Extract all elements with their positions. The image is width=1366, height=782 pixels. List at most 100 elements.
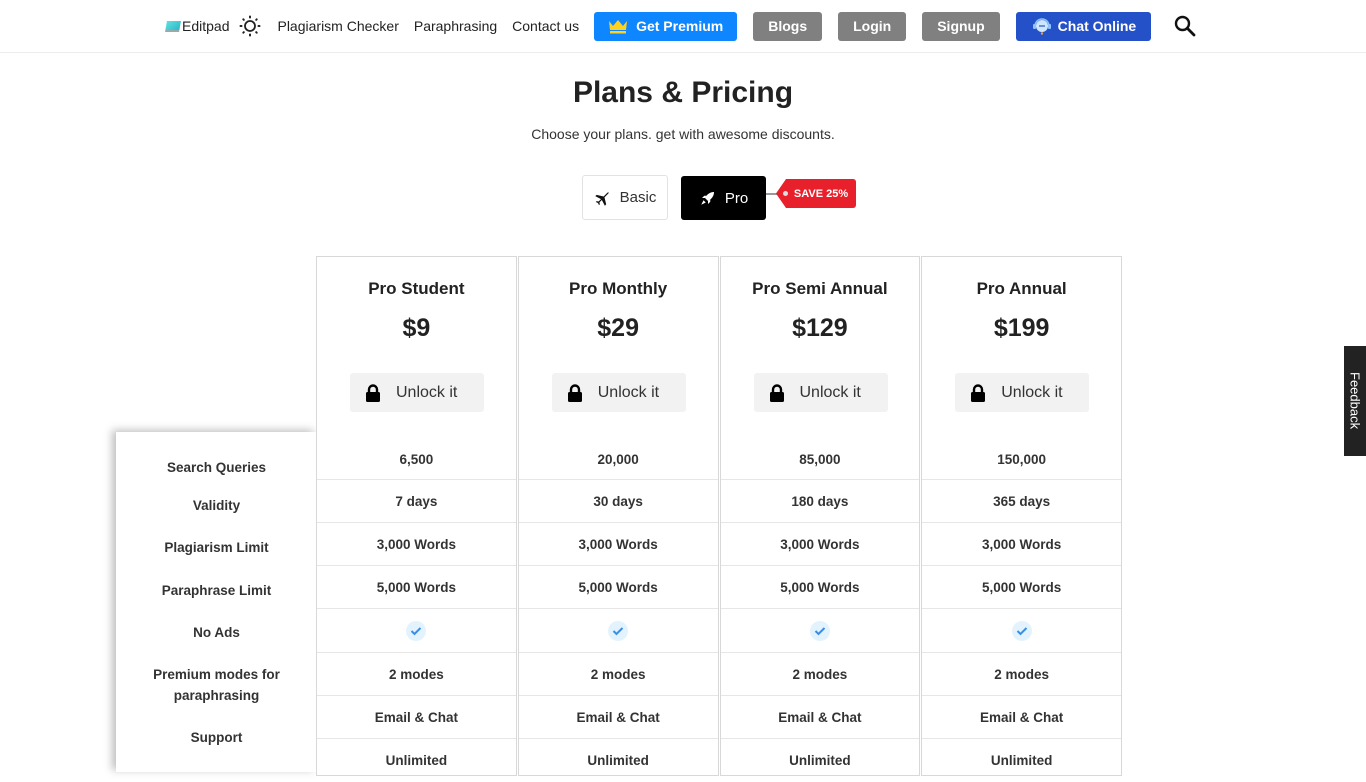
plan-feature-value: 2 modes [590, 666, 646, 682]
plans-table: Pro Student $9 Unlock it 6,500 7 days 3,000 W… [316, 256, 1122, 776]
plan-feature-cell [922, 610, 1121, 653]
plan-feature-cell: 150,000 [922, 439, 1121, 480]
plan-feature-cell: Unlimited [317, 739, 516, 782]
plan-feature-cell: Email & Chat [518, 696, 718, 739]
plan-feature-cell: 6,500 [317, 439, 516, 480]
top-navbar: Editpad Plagiarism Checker Paraphrasing … [0, 0, 1366, 53]
plan-feature-value: Unlimited [385, 753, 448, 768]
plan-feature-value: Email & Chat [576, 709, 660, 725]
feature-label: Support [190, 730, 243, 745]
plan-feature-cell [317, 610, 516, 653]
unlock-button[interactable]: Unlock it [955, 373, 1090, 412]
plan-feature-cell: 5,000 Words [922, 566, 1121, 609]
plan-feature-value: 6,500 [399, 451, 434, 467]
check-icon [608, 621, 629, 641]
plan-feature-value: Unlimited [789, 753, 851, 768]
rocket-icon [701, 192, 714, 205]
plan-name: Pro Annual [976, 279, 1067, 298]
plan-price: $199 [993, 314, 1050, 342]
plan-column: Pro Semi Annual $129 Unlock it 85,000 180 da… [719, 256, 921, 776]
plan-feature-cell: 3,000 Words [720, 523, 920, 566]
page-title: Plans & Pricing [572, 76, 794, 109]
plan-name: Pro Monthly [569, 279, 668, 298]
plan-feature-value: 3,000 Words [376, 536, 457, 552]
plan-feature-cell: 30 days [518, 480, 718, 523]
plan-feature-cell: Email & Chat [317, 696, 516, 739]
basic-label: Basic [619, 189, 657, 206]
plan-feature-cell: Unlimited [721, 739, 920, 782]
page-subtitle: Choose your plans. get with awesome disc… [531, 126, 835, 142]
plan-feature-cell: 7 days [317, 480, 516, 523]
plan-feature-value: Email & Chat [979, 709, 1064, 725]
plan-feature-cell: 3,000 Words [922, 523, 1121, 566]
plan-feature-value: 5,000 Words [376, 579, 457, 595]
check-icon [406, 621, 427, 641]
plan-feature-cell: 2 modes [922, 653, 1121, 696]
editpad-logo-icon [165, 20, 181, 32]
plan-feature-value: 85,000 [799, 451, 841, 467]
plan-feature-cell: 5,000 Words [317, 566, 516, 609]
feature-label: Validity [192, 498, 241, 513]
chat-online-button[interactable]: Chat Online [1015, 11, 1152, 41]
crown-icon [609, 20, 628, 34]
plan-feature-value: 3,000 Words [578, 536, 658, 552]
plan-feature-cell: Unlimited [922, 739, 1121, 782]
save-badge: SAVE 25% [776, 179, 856, 208]
plan-feature-cell: 3,000 Words [317, 523, 516, 566]
plan-feature-cell: 2 modes [317, 653, 516, 696]
lock-icon [366, 383, 380, 402]
feature-label: Search Queries [166, 460, 267, 475]
plan-feature-cell [720, 610, 920, 653]
signup-button[interactable]: Signup [922, 11, 1000, 41]
theme-toggle-sun-icon[interactable] [237, 13, 263, 39]
plan-feature-cell: 20,000 [518, 439, 718, 480]
get-premium-button[interactable]: Get Premium [594, 11, 738, 41]
plan-name: Pro Semi Annual [752, 279, 888, 298]
plan-column: Pro Student $9 Unlock it 6,500 7 days 3,000 W… [316, 256, 517, 776]
unlock-button[interactable]: Unlock it [350, 373, 484, 412]
plan-feature-value: Email & Chat [778, 709, 862, 725]
plan-feature-cell: 5,000 Words [720, 566, 920, 609]
plan-feature-value: 365 days [993, 493, 1051, 509]
feedback-tab[interactable]: Feedback [1344, 346, 1366, 456]
blogs-button[interactable]: Blogs [753, 11, 823, 41]
plan-feature-cell: Email & Chat [922, 696, 1121, 739]
plan-feature-cell: 365 days [922, 480, 1121, 523]
plan-price: $29 [597, 314, 639, 342]
feature-label: Plagiarism Limit [164, 540, 269, 555]
plan-toggle-pro[interactable]: Pro [681, 176, 766, 220]
plan-feature-value: 3,000 Words [981, 536, 1062, 552]
unlock-button[interactable]: Unlock it [551, 373, 686, 412]
search-icon[interactable] [1173, 14, 1197, 38]
plan-feature-cell [518, 610, 718, 653]
plan-feature-value: Unlimited [587, 753, 649, 768]
plan-feature-cell: 2 modes [518, 653, 718, 696]
plan-feature-value: 150,000 [997, 451, 1047, 467]
plan-feature-value: 30 days [593, 493, 643, 509]
plan-feature-cell: Unlimited [519, 739, 718, 782]
plan-price: $129 [792, 314, 848, 342]
nav-paraphrasing[interactable]: Paraphrasing [414, 18, 497, 34]
plan-feature-cell: 3,000 Words [518, 523, 718, 566]
login-button[interactable]: Login [838, 11, 907, 41]
plan-column: Pro Annual $199 Unlock it 150,000 365 days 3,… [921, 256, 1122, 776]
plan-toggle-basic[interactable]: Basic [582, 175, 668, 220]
plan-feature-value: 7 days [395, 493, 438, 509]
features-column: Search Queries Validity Plagiarism Limit… [116, 432, 317, 772]
airplane-icon [594, 191, 609, 206]
nav-plagiarism-checker[interactable]: Plagiarism Checker [277, 18, 398, 34]
plan-feature-value: 20,000 [597, 451, 639, 467]
plan-feature-value: 2 modes [792, 666, 848, 682]
plan-feature-value: Email & Chat [374, 709, 459, 725]
unlock-label: Unlock it [1001, 383, 1063, 401]
pro-label: Pro [724, 189, 749, 207]
unlock-button[interactable]: Unlock it [753, 373, 888, 412]
lock-icon [971, 383, 986, 402]
plan-feature-value: 2 modes [994, 666, 1050, 682]
plan-feature-cell: 85,000 [720, 439, 920, 480]
nav-contact-us[interactable]: Contact us [512, 18, 579, 34]
feature-label: Premium modes for paraphrasing [153, 667, 280, 703]
brand-link[interactable]: Editpad [165, 18, 229, 34]
feature-label: Paraphrase Limit [161, 583, 272, 598]
lock-icon [567, 383, 582, 402]
